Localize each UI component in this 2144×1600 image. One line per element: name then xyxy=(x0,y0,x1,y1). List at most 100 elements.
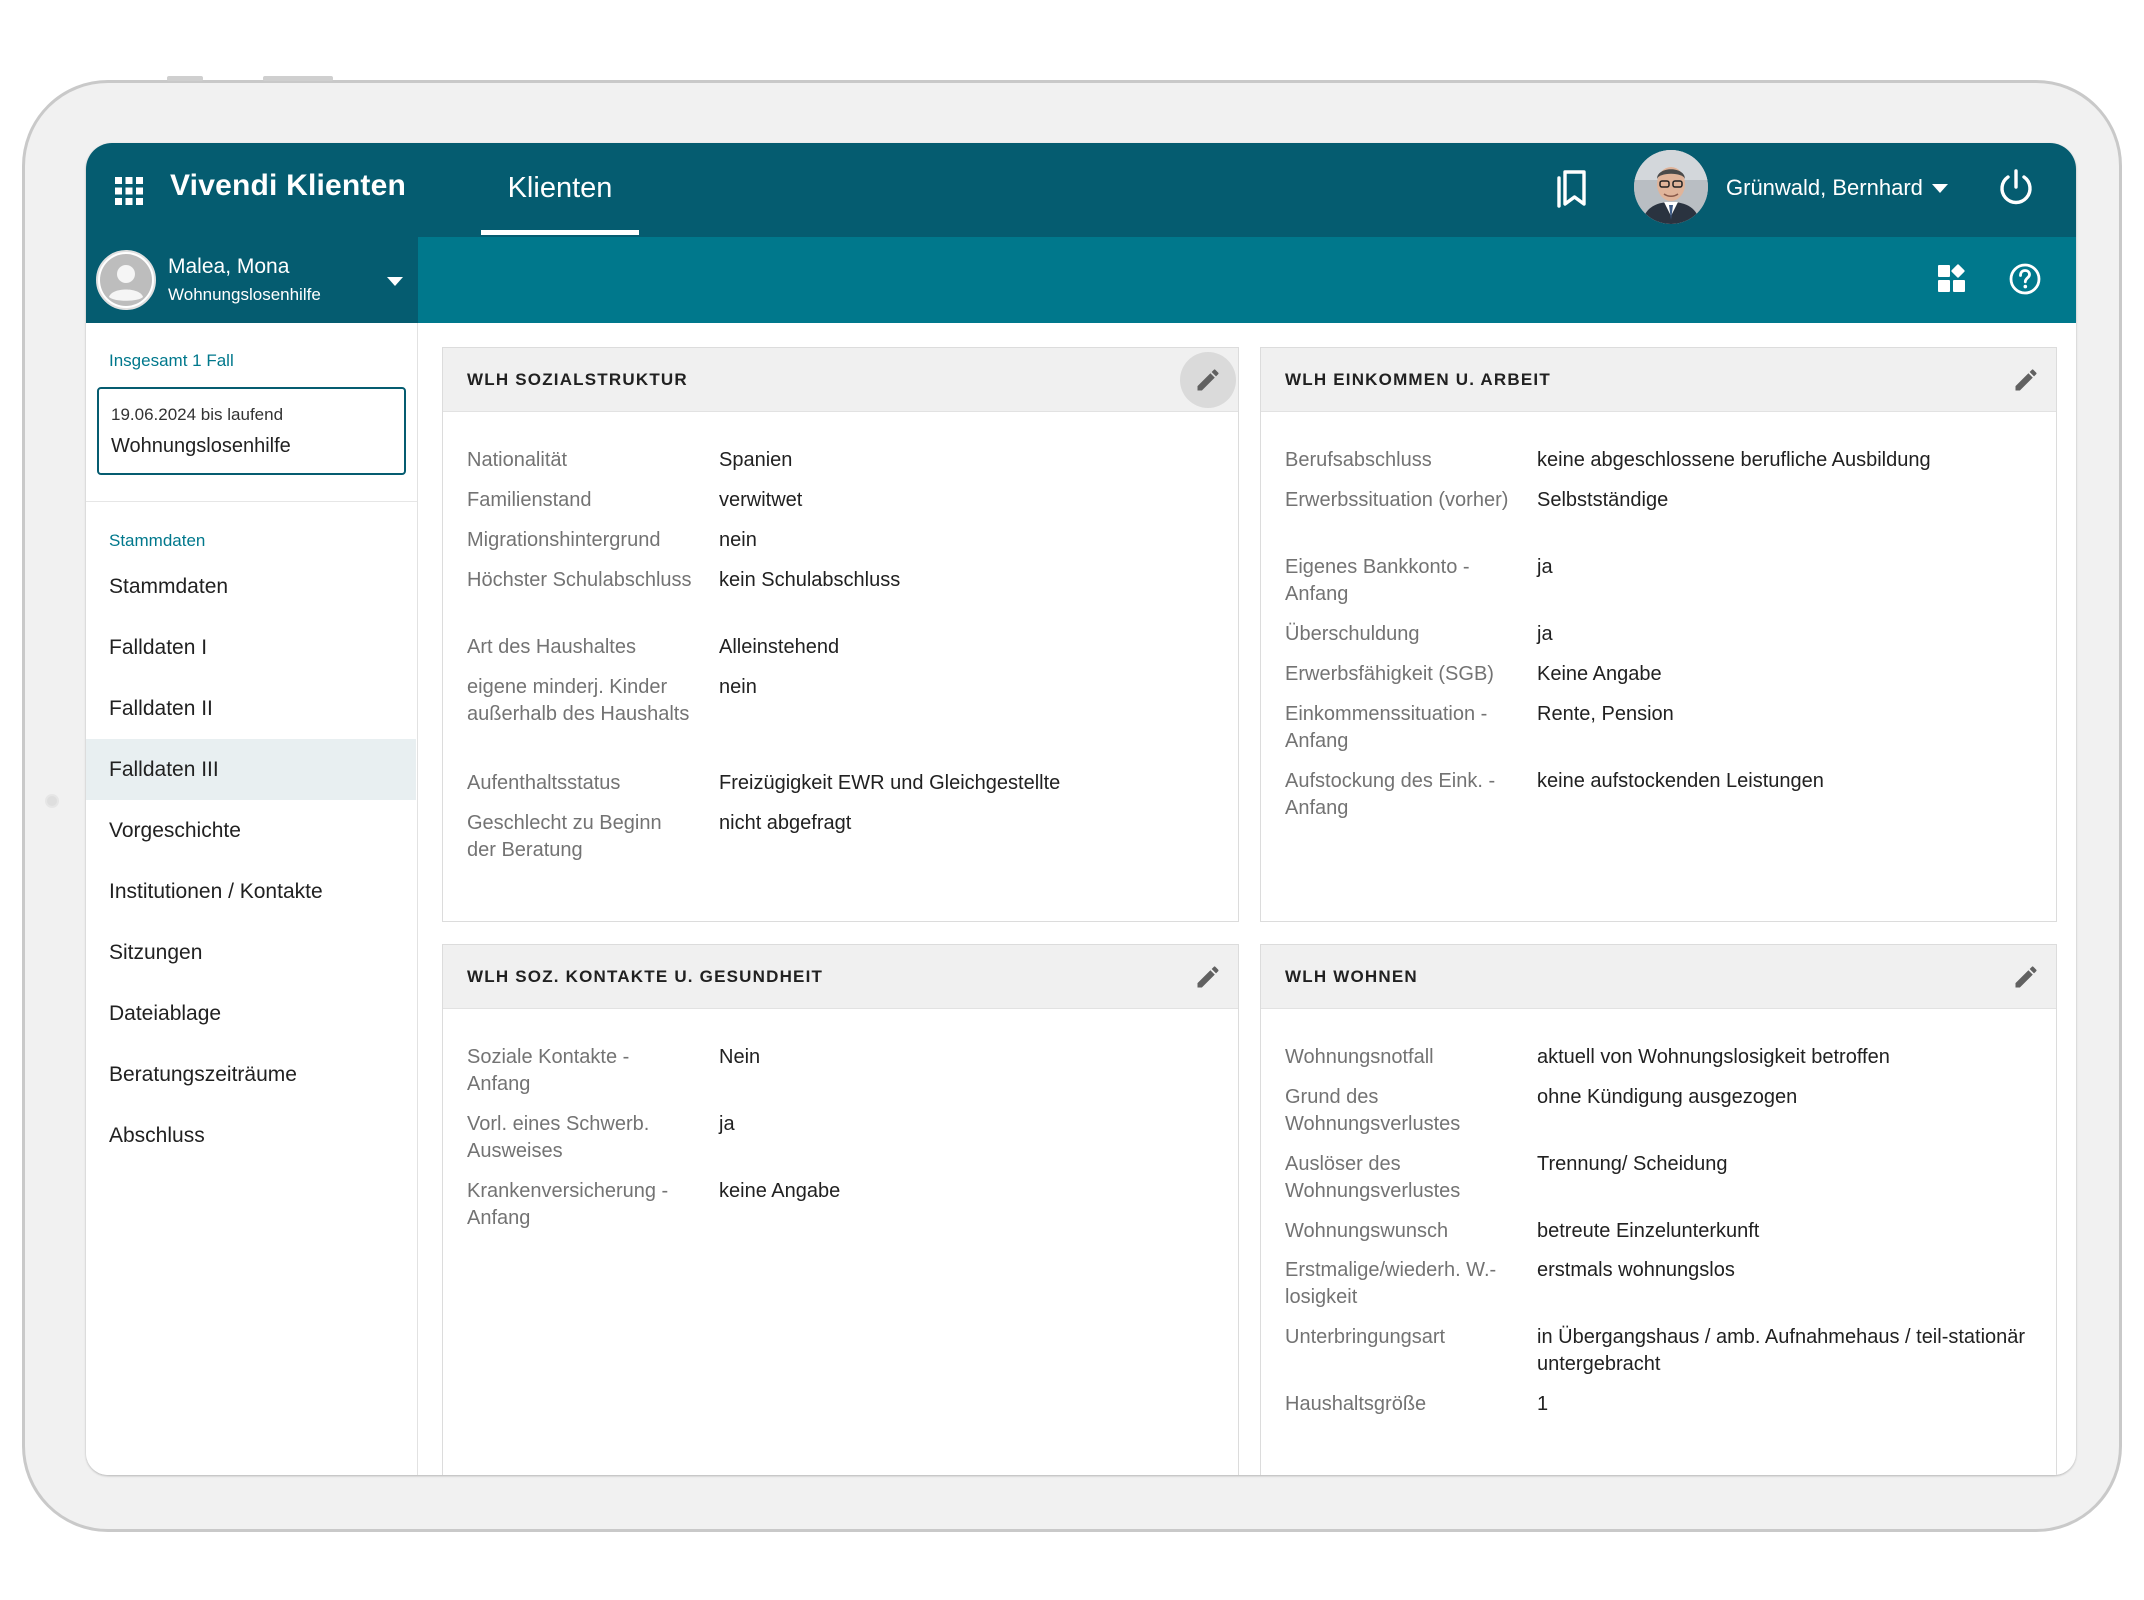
field-value: verwitwet xyxy=(719,489,803,511)
field-label: Aufstockung des Eink. - Anfang xyxy=(1285,770,1496,819)
tablet-button xyxy=(167,76,203,81)
field-label: Eigenes Bankkonto - Anfang xyxy=(1285,556,1470,605)
field-label: Wohnungsnotfall xyxy=(1285,1046,1434,1068)
power-icon[interactable] xyxy=(1996,168,2036,208)
field-label: eigene minderj. Kinder außerhalb des Hau… xyxy=(467,676,690,725)
field-label: Wohnungswunsch xyxy=(1285,1220,1449,1242)
field-label: Nationalität xyxy=(467,449,568,471)
field-value: erstmals wohnungslos xyxy=(1537,1259,1735,1281)
card-title: WLH SOZIALSTRUKTUR xyxy=(467,370,688,389)
field-label: Erstmalige/wiederh. W.-losigkeit xyxy=(1285,1259,1497,1308)
field-label: Höchster Schulabschluss xyxy=(467,569,692,591)
sidebar-item-falldaten-iii[interactable]: Falldaten III xyxy=(86,739,416,800)
sidebar-item-institutionen[interactable]: Institutionen / Kontakte xyxy=(86,861,416,922)
field-label: Familienstand xyxy=(467,489,592,511)
sidebar-item-beratungszeitraeume[interactable]: Beratungszeiträume xyxy=(86,1044,416,1105)
field-label: Einkommenssituation - Anfang xyxy=(1285,703,1488,752)
case-name: Wohnungslosenhilfe xyxy=(111,435,291,457)
card-title: WLH WOHNEN xyxy=(1285,967,1418,986)
sidebar-divider xyxy=(86,501,417,502)
field-label: Haushaltsgröße xyxy=(1285,1393,1427,1415)
user-avatar[interactable] xyxy=(1634,150,1708,224)
apps-grid-icon[interactable] xyxy=(114,176,144,206)
field-value: Spanien xyxy=(719,449,793,471)
client-program: Wohnungslosenhilfe xyxy=(168,285,321,304)
field-label: Migrationshintergrund xyxy=(467,529,661,551)
client-avatar-icon xyxy=(96,250,156,310)
edit-pencil-icon xyxy=(1197,369,1219,391)
top-app-bar: Vivendi Klienten Klienten Grünwald, Bern… xyxy=(86,143,2076,237)
active-tab-indicator xyxy=(481,230,639,235)
field-value: nein xyxy=(719,676,757,698)
help-icon[interactable] xyxy=(2008,262,2042,296)
field-value: ja xyxy=(719,1113,735,1135)
field-value: Alleinstehend xyxy=(719,636,840,658)
field-label: Berufsabschluss xyxy=(1285,449,1432,471)
field-value: kein Schulabschluss xyxy=(719,569,901,591)
client-selector[interactable]: Malea, Mona Wohnungslosenhilfe xyxy=(86,237,418,323)
card-header: WLH WOHNEN xyxy=(1261,945,2056,1009)
field-label: Auslöser des Wohnungsverlustes xyxy=(1285,1153,1461,1202)
field-value: in Übergangshaus / amb. Aufnahmehaus / t… xyxy=(1537,1326,2026,1375)
card-header: WLH EINKOMMEN U. ARBEIT xyxy=(1261,348,2056,412)
field-label: Erwerbssituation (vorher) xyxy=(1285,489,1509,511)
field-value: keine aufstockenden Leistungen xyxy=(1537,770,1824,792)
field-value: Rente, Pension xyxy=(1537,703,1674,725)
field-value: betreute Einzelunterkunft xyxy=(1537,1220,1760,1242)
tab-klienten[interactable]: Klienten xyxy=(481,143,639,237)
case-date-range: 19.06.2024 bis laufend xyxy=(111,405,284,424)
edit-button[interactable] xyxy=(1998,949,2054,1005)
sidebar: Insgesamt 1 Fall 19.06.2024 bis laufend … xyxy=(86,323,418,1475)
card-sozialstruktur: WLH SOZIALSTRUKTUR Nationalität Spanien F… xyxy=(442,347,1239,922)
field-label: Vorl. eines Schwerb. Ausweises xyxy=(467,1113,650,1162)
sidebar-item-vorgeschichte[interactable]: Vorgeschichte xyxy=(86,800,416,861)
field-value: ohne Kündigung ausgezogen xyxy=(1537,1086,1798,1108)
field-value: Trennung/ Scheidung xyxy=(1537,1153,1728,1175)
app-screen: Vivendi Klienten Klienten Grünwald, Bern… xyxy=(86,143,2076,1475)
field-value: Keine Angabe xyxy=(1537,663,1662,685)
tablet-button xyxy=(263,76,333,81)
field-value: Freizügigkeit EWR und Gleichgestellte xyxy=(719,772,1061,794)
card-title: WLH SOZ. KONTAKTE U. GESUNDHEIT xyxy=(467,967,824,986)
card-header: WLH SOZ. KONTAKTE U. GESUNDHEIT xyxy=(443,945,1238,1009)
sidebar-item-falldaten-i[interactable]: Falldaten I xyxy=(86,617,416,678)
field-value: Selbstständige xyxy=(1537,489,1669,511)
field-label: Unterbringungsart xyxy=(1285,1326,1446,1348)
field-value: keine Angabe xyxy=(719,1180,841,1202)
edit-pencil-icon xyxy=(2015,966,2037,988)
tablet-camera xyxy=(45,794,59,808)
user-menu-caret-icon[interactable] xyxy=(1932,184,1948,193)
sidebar-item-abschluss[interactable]: Abschluss xyxy=(86,1105,416,1166)
bookmarks-icon[interactable] xyxy=(1554,168,1590,208)
field-label: Art des Haushaltes xyxy=(467,636,636,658)
card-einkommen-arbeit: WLH EINKOMMEN U. ARBEIT Berufsabschluss k… xyxy=(1260,347,2057,922)
field-label: Soziale Kontakte - Anfang xyxy=(467,1046,630,1095)
field-label: Grund des Wohnungsverlustes xyxy=(1285,1086,1461,1135)
sidebar-item-dateiablage[interactable]: Dateiablage xyxy=(86,983,416,1044)
case-card[interactable]: 19.06.2024 bis laufend Wohnungslosenhilf… xyxy=(97,387,406,475)
edit-button[interactable] xyxy=(1180,352,1236,408)
field-label: Aufenthaltsstatus xyxy=(467,772,621,794)
field-label: Geschlecht zu Beginn der Beratung xyxy=(467,812,662,861)
client-dropdown-caret-icon[interactable] xyxy=(387,277,403,286)
field-value: ja xyxy=(1537,556,1553,578)
client-name: Malea, Mona xyxy=(168,255,290,278)
sidebar-item-stammdaten[interactable]: Stammdaten xyxy=(86,556,416,617)
sidebar-item-sitzungen[interactable]: Sitzungen xyxy=(86,922,416,983)
field-value: aktuell von Wohnungslosigkeit betroffen xyxy=(1537,1046,1890,1068)
widgets-icon[interactable] xyxy=(1937,263,1967,293)
user-name[interactable]: Grünwald, Bernhard xyxy=(1726,175,1923,201)
card-kontakte-gesundheit: WLH SOZ. KONTAKTE U. GESUNDHEIT Soziale … xyxy=(442,944,1239,1475)
edit-button[interactable] xyxy=(1180,949,1236,1005)
edit-pencil-icon xyxy=(1197,966,1219,988)
field-label: Erwerbsfähigkeit (SGB) xyxy=(1285,663,1494,685)
edit-button[interactable] xyxy=(1998,352,2054,408)
sidebar-section-title: Stammdaten xyxy=(109,531,206,550)
field-value: nein xyxy=(719,529,757,551)
field-label: Krankenversicherung - Anfang xyxy=(467,1180,669,1229)
field-value: ja xyxy=(1537,623,1553,645)
field-label: Überschuldung xyxy=(1285,623,1420,645)
card-title: WLH EINKOMMEN U. ARBEIT xyxy=(1285,370,1551,389)
case-count: Insgesamt 1 Fall xyxy=(109,351,234,370)
sidebar-item-falldaten-ii[interactable]: Falldaten II xyxy=(86,678,416,739)
